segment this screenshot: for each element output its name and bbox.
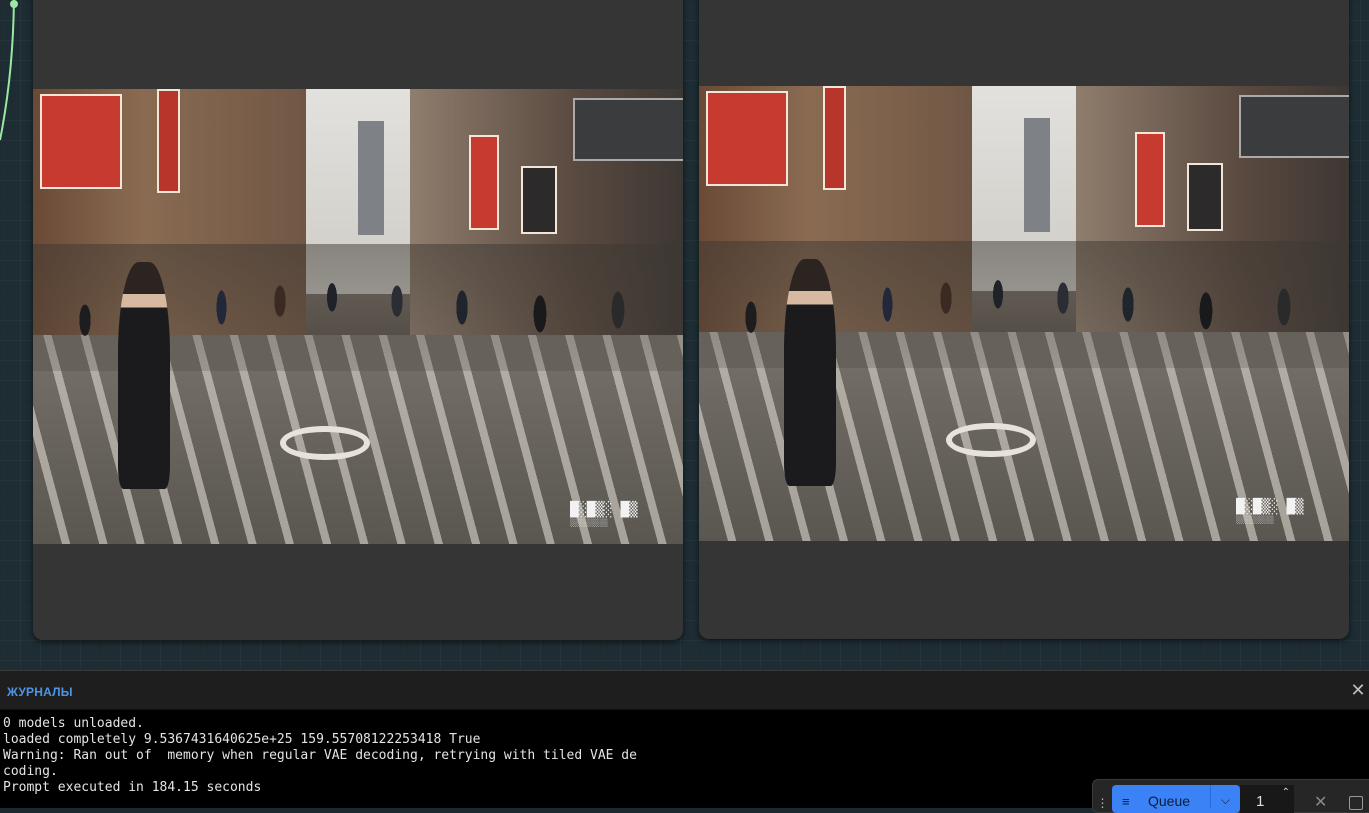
image-watermark: █░█▒░ █▒ ░░░░░░░░░	[1236, 499, 1304, 525]
batch-count-input[interactable]: 1 ⌃	[1240, 785, 1294, 813]
log-line: 0 models unloaded.	[3, 716, 144, 731]
x-icon[interactable]: ✕	[1314, 792, 1327, 812]
log-line: loaded completely 9.5367431640625e+25 15…	[3, 732, 481, 747]
node-graph-canvas[interactable]: █░█▒░ █▒ ░░░░░░░░░ █░█▒░ █▒ ░░░░░░░░░	[0, 0, 1369, 670]
log-line: Warning: Ran out of memory when regular …	[3, 748, 637, 763]
image-preview-node-1[interactable]: █░█▒░ █▒ ░░░░░░░░░	[33, 0, 683, 640]
queue-list-icon: ≡	[1122, 793, 1130, 809]
log-line: Prompt executed in 184.15 seconds	[3, 780, 262, 795]
queue-button-group: ≡ Queue ⌵	[1112, 785, 1240, 813]
queue-toolbar: ⋮ ≡ Queue ⌵ 1 ⌃ ✕	[1092, 779, 1369, 813]
logs-header: ЖУРНАЛЫ ✕	[0, 671, 1369, 710]
generated-image-preview[interactable]: █░█▒░ █▒ ░░░░░░░░░	[33, 89, 683, 544]
queue-button[interactable]: ≡ Queue	[1112, 785, 1210, 809]
close-icon[interactable]: ✕	[1348, 680, 1368, 700]
chevron-down-icon[interactable]: ⌵	[1209, 785, 1240, 808]
logs-output: 0 models unloaded. loaded completely 9.53…	[0, 710, 723, 796]
batch-count-value: 1	[1256, 793, 1265, 810]
image-watermark: █░█▒░ █▒ ░░░░░░░░░	[570, 502, 638, 528]
image-preview-node-2[interactable]: █░█▒░ █▒ ░░░░░░░░░	[699, 0, 1349, 639]
chevron-up-icon[interactable]: ⌃	[1282, 787, 1290, 798]
square-icon[interactable]	[1349, 796, 1364, 810]
generated-image-preview[interactable]: █░█▒░ █▒ ░░░░░░░░░	[699, 86, 1349, 541]
drag-handle-icon[interactable]: ⋮	[1093, 780, 1112, 810]
log-line: coding.	[3, 764, 58, 779]
logs-title: ЖУРНАЛЫ	[7, 684, 73, 699]
